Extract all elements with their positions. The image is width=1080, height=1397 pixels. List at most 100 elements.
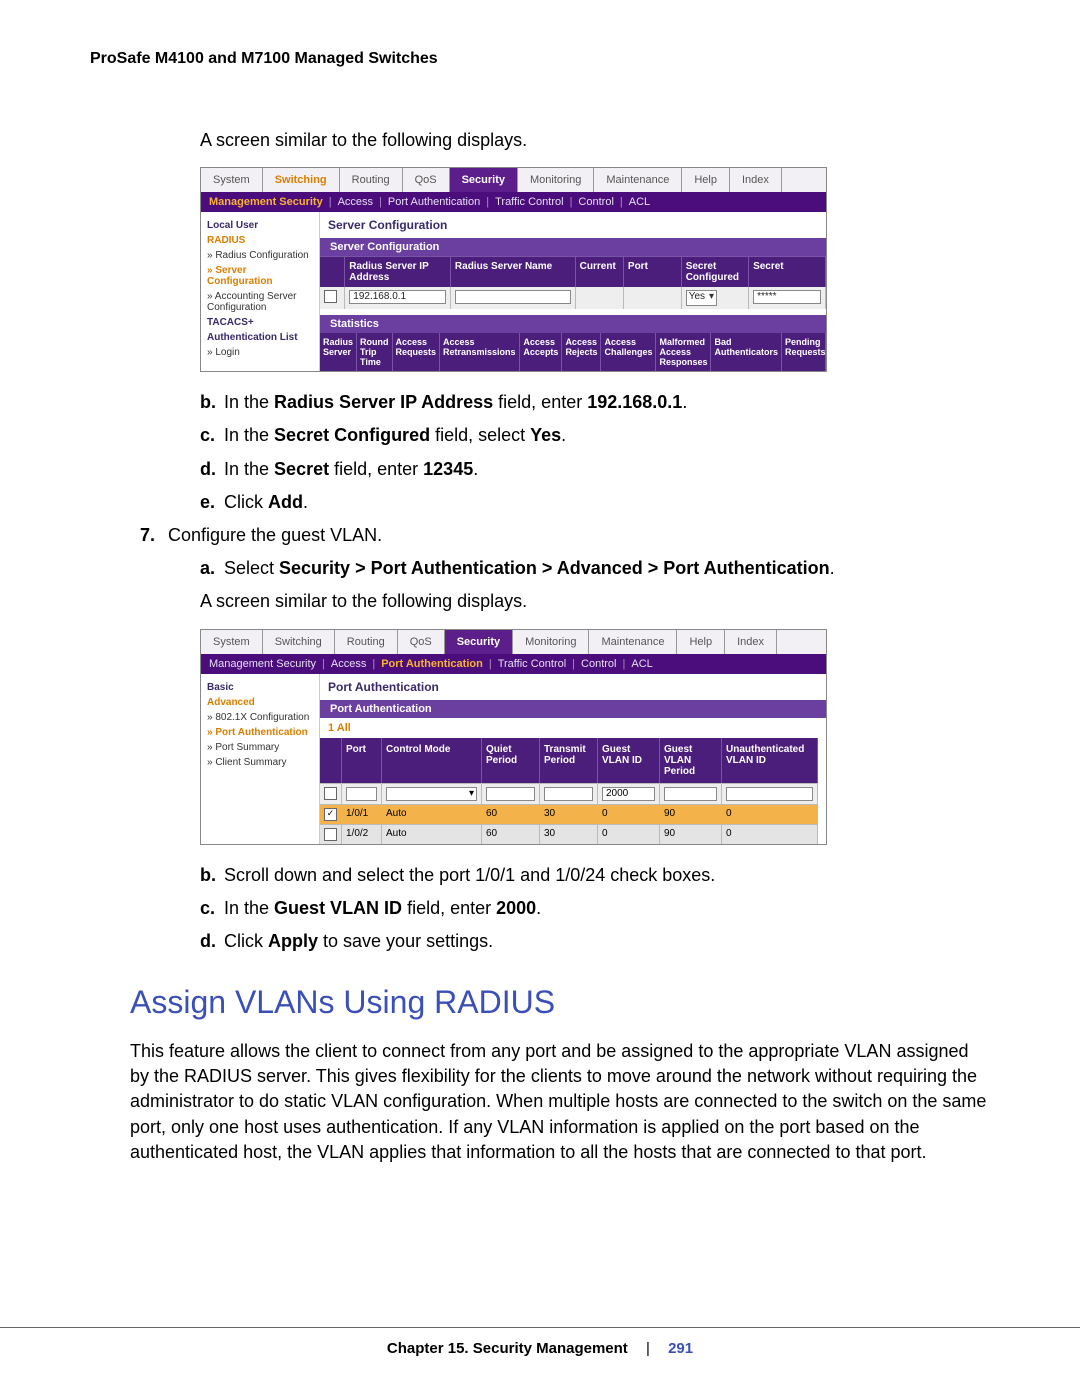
instruction-step: c.In the Secret Configured field, select…: [200, 423, 990, 448]
secret-configured-select: Yes: [686, 290, 717, 306]
heading-assign-vlans: Assign VLANs Using RADIUS: [130, 984, 990, 1021]
guest-vlan-id-input: 2000: [602, 787, 655, 801]
subnav-control[interactable]: Control: [581, 658, 616, 670]
select-all-checkbox[interactable]: [324, 787, 337, 800]
cell[interactable]: 192.168.0.1: [345, 287, 451, 309]
screenshot-server-config: SystemSwitchingRoutingQoSSecurityMonitor…: [200, 167, 827, 372]
col-header: Secret: [749, 257, 826, 287]
cell[interactable]: *****: [749, 287, 826, 309]
col-header: Secret Configured: [682, 257, 749, 287]
tab-switching[interactable]: Switching: [263, 630, 335, 654]
cell[interactable]: [624, 287, 682, 309]
subnav-management-security[interactable]: Management Security: [209, 196, 323, 208]
instruction-step: d.Click Apply to save your settings.: [200, 929, 990, 954]
stat-col: Pending Requests: [782, 333, 826, 371]
pa-col: Guest VLAN ID: [598, 738, 660, 783]
subnav-access[interactable]: Access: [331, 658, 366, 670]
tab-help[interactable]: Help: [677, 630, 725, 654]
pa-cell: 0: [598, 824, 660, 844]
tab-security[interactable]: Security: [445, 630, 513, 654]
cell[interactable]: [451, 287, 576, 309]
sidebar-item[interactable]: Advanced: [205, 695, 315, 710]
subnav-acl[interactable]: ACL: [629, 196, 650, 208]
panel-title: Server Configuration: [320, 212, 826, 238]
tab-monitoring[interactable]: Monitoring: [518, 168, 594, 192]
col-header: Radius Server IP Address: [345, 257, 451, 287]
sidebar-item[interactable]: » Login: [205, 345, 315, 360]
pa-cell: 60: [482, 804, 540, 824]
pa-cell: 1/0/1: [342, 804, 382, 824]
tab-system[interactable]: System: [201, 630, 263, 654]
sidebar-item[interactable]: RADIUS: [205, 233, 315, 248]
tab-help[interactable]: Help: [682, 168, 730, 192]
instruction-step: b.Scroll down and select the port 1/0/1 …: [200, 863, 990, 888]
pa-col: Unauthenticated VLAN ID: [722, 738, 818, 783]
tab-index[interactable]: Index: [725, 630, 777, 654]
tab-switching[interactable]: Switching: [263, 168, 340, 192]
stat-col: Access Requests: [393, 333, 441, 371]
band-server-config: Server Configuration: [320, 238, 826, 256]
pa-col: Port: [342, 738, 382, 783]
tab-system[interactable]: System: [201, 168, 263, 192]
band-port-auth: Port Authentication: [320, 700, 826, 718]
row-checkbox[interactable]: [324, 828, 337, 841]
tab-maintenance[interactable]: Maintenance: [594, 168, 682, 192]
subnav-access[interactable]: Access: [338, 196, 373, 208]
col-header: Port: [624, 257, 682, 287]
tab-index[interactable]: Index: [730, 168, 782, 192]
tab-qos[interactable]: QoS: [398, 630, 445, 654]
sidebar-item[interactable]: » Port Authentication: [205, 725, 315, 740]
running-header: ProSafe M4100 and M7100 Managed Switches: [90, 50, 990, 68]
cell[interactable]: Yes: [682, 287, 749, 309]
instruction-step: b.In the Radius Server IP Address field,…: [200, 390, 990, 415]
tab-qos[interactable]: QoS: [403, 168, 450, 192]
sidebar-item[interactable]: » Port Summary: [205, 740, 315, 755]
sidebar-item[interactable]: » Accounting Server Configuration: [205, 289, 315, 315]
stat-col: Access Retransmissions: [440, 333, 520, 371]
col-header: Current: [576, 257, 624, 287]
instruction-step: d.In the Secret field, enter 12345.: [200, 457, 990, 482]
sidebar-item[interactable]: » Client Summary: [205, 755, 315, 770]
pa-col: Quiet Period: [482, 738, 540, 783]
paragraph: This feature allows the client to connec…: [130, 1039, 990, 1165]
stat-col: Access Challenges: [601, 333, 656, 371]
control-mode-select: ▾: [386, 787, 477, 801]
stat-col: Radius Server: [320, 333, 357, 371]
pa-col: Transmit Period: [540, 738, 598, 783]
band-statistics: Statistics: [320, 315, 826, 333]
instruction-step: e.Click Add.: [200, 490, 990, 515]
sidebar-item[interactable]: TACACS+: [205, 315, 315, 330]
stat-col: Malformed Access Responses: [656, 333, 711, 371]
tab-routing[interactable]: Routing: [340, 168, 403, 192]
sidebar-item[interactable]: Local User: [205, 218, 315, 233]
tab-monitoring[interactable]: Monitoring: [513, 630, 589, 654]
row-checkbox[interactable]: [324, 808, 337, 821]
tab-security[interactable]: Security: [450, 168, 518, 192]
pa-cell: 0: [598, 804, 660, 824]
subnav-acl[interactable]: ACL: [631, 658, 652, 670]
group-all[interactable]: 1 All: [320, 718, 826, 738]
stat-col: Access Rejects: [562, 333, 601, 371]
subnav-management-security[interactable]: Management Security: [209, 658, 316, 670]
sidebar-item[interactable]: » Radius Configuration: [205, 248, 315, 263]
sidebar-item[interactable]: Basic: [205, 680, 315, 695]
step-number: 7.: [140, 523, 168, 548]
subnav-control[interactable]: Control: [578, 196, 613, 208]
lead-text-2: A screen similar to the following displa…: [200, 589, 990, 614]
cell[interactable]: [576, 287, 624, 309]
tab-routing[interactable]: Routing: [335, 630, 398, 654]
sidebar-item[interactable]: » Server Configuration: [205, 263, 315, 289]
sidebar-item[interactable]: Authentication List: [205, 330, 315, 345]
step-7a: a.Select Security > Port Authentication …: [200, 556, 990, 581]
subnav-traffic-control[interactable]: Traffic Control: [498, 658, 566, 670]
stat-col: Round Trip Time: [357, 333, 393, 371]
pa-cell[interactable]: [320, 824, 342, 844]
pa-cell[interactable]: [320, 804, 342, 824]
tab-maintenance[interactable]: Maintenance: [589, 630, 677, 654]
subnav-traffic-control[interactable]: Traffic Control: [495, 196, 563, 208]
row-checkbox[interactable]: [324, 290, 337, 303]
screenshot-port-auth: SystemSwitchingRoutingQoSSecurityMonitor…: [200, 629, 827, 845]
subnav-port-authentication[interactable]: Port Authentication: [381, 658, 483, 670]
subnav-port-authentication[interactable]: Port Authentication: [388, 196, 480, 208]
sidebar-item[interactable]: » 802.1X Configuration: [205, 710, 315, 725]
